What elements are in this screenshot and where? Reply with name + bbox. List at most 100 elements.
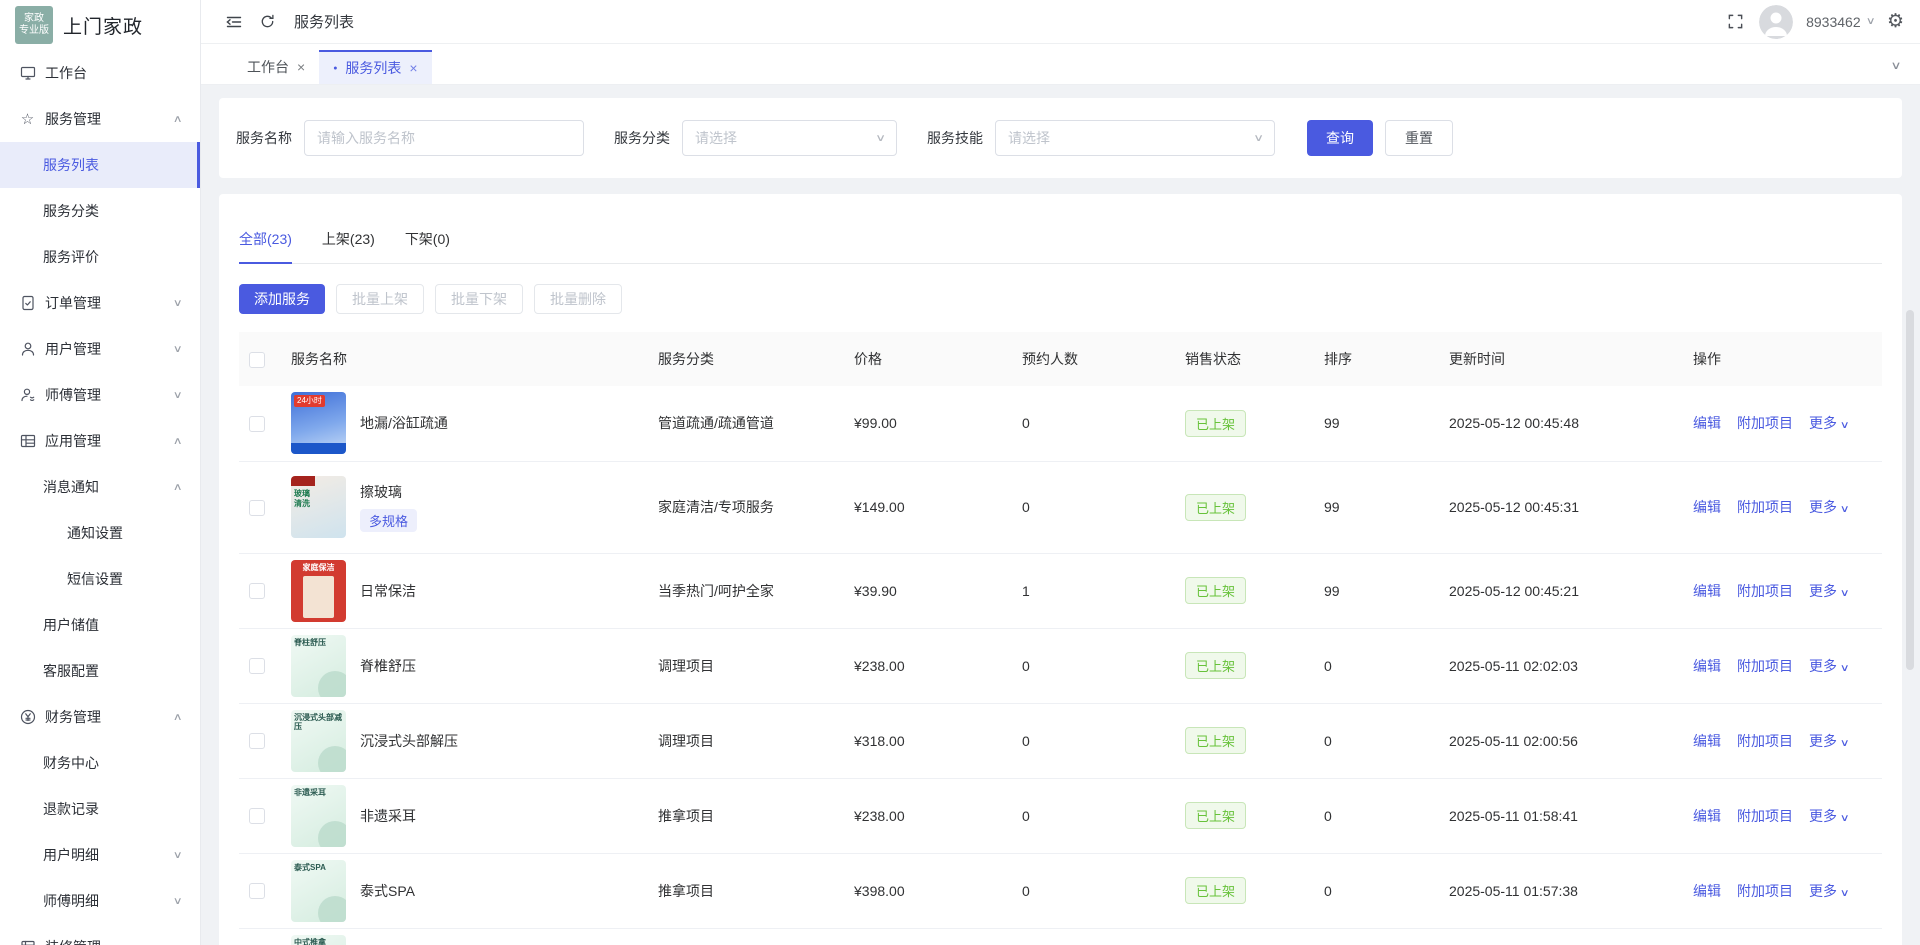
edit-link[interactable]: 编辑	[1693, 808, 1721, 824]
row-checkbox[interactable]	[249, 658, 265, 674]
add-service-button[interactable]: 添加服务	[239, 284, 325, 314]
collapse-sidebar-icon[interactable]	[225, 13, 243, 31]
service-name-input[interactable]	[304, 120, 584, 156]
service-skill-select[interactable]: 请选择 ∨	[995, 120, 1275, 156]
sidebar-item-notice-settings[interactable]: 通知设置	[0, 510, 200, 556]
tab-workbench[interactable]: 工作台×	[233, 50, 319, 84]
edit-link[interactable]: 编辑	[1693, 733, 1721, 749]
row-checkbox[interactable]	[249, 883, 265, 899]
sidebar-item-finance-mgmt[interactable]: 财务管理∧	[0, 694, 200, 740]
status-tab-all[interactable]: 全部(23)	[239, 229, 292, 263]
booking-count: 0	[1022, 808, 1030, 824]
sidebar-item-user-stored-value[interactable]: 用户储值	[0, 602, 200, 648]
filter-group-name: 服务名称	[236, 120, 584, 156]
row-checkbox[interactable]	[249, 733, 265, 749]
status-tab-off-shelf[interactable]: 下架(0)	[405, 229, 450, 263]
table-row: 24小时地漏/浴缸疏通管道疏通/疏通管道¥99.000已上架992025-05-…	[239, 386, 1882, 461]
filter-panel: 服务名称 服务分类 请选择 ∨ 服务技能 请选择 ∨	[219, 98, 1902, 178]
chevron-down-icon: ∨	[172, 896, 182, 907]
batch-delete-button[interactable]: 批量删除	[534, 284, 622, 314]
row-checkbox[interactable]	[249, 808, 265, 824]
status-tab-on-shelf[interactable]: 上架(23)	[322, 229, 375, 263]
sidebar-item-label: 用户储值	[43, 615, 99, 635]
sidebar-item-service-list[interactable]: 服务列表	[0, 142, 200, 188]
edit-link[interactable]: 编辑	[1693, 499, 1721, 515]
sidebar-item-user-mgmt[interactable]: 用户管理∨	[0, 326, 200, 372]
edit-link[interactable]: 编辑	[1693, 583, 1721, 599]
addon-items-link[interactable]: 附加项目	[1737, 733, 1793, 749]
select-all-checkbox[interactable]	[249, 352, 265, 368]
logo-badge-line1: 家政	[24, 13, 44, 26]
table-header-row: 服务名称服务分类价格预约人数销售状态排序更新时间操作	[239, 332, 1882, 386]
sidebar-item-workbench[interactable]: 工作台	[0, 50, 200, 96]
sidebar-item-order-mgmt[interactable]: 订单管理∨	[0, 280, 200, 326]
addon-items-link[interactable]: 附加项目	[1737, 658, 1793, 674]
more-link[interactable]: 更多∨	[1809, 658, 1848, 674]
order-icon	[19, 295, 36, 312]
avatar[interactable]	[1759, 5, 1793, 39]
sidebar-item-master-details[interactable]: 师傅明细∨	[0, 878, 200, 924]
more-link[interactable]: 更多∨	[1809, 883, 1848, 899]
addon-items-link[interactable]: 附加项目	[1737, 499, 1793, 515]
batch-off-shelf-button[interactable]: 批量下架	[435, 284, 523, 314]
addon-items-link[interactable]: 附加项目	[1737, 808, 1793, 824]
sidebar-item-label: 服务分类	[43, 201, 99, 221]
service-thumbnail: 泰式SPA	[291, 860, 346, 922]
user-icon	[19, 341, 36, 358]
edit-link[interactable]: 编辑	[1693, 883, 1721, 899]
more-link[interactable]: 更多∨	[1809, 415, 1848, 431]
sidebar-item-decoration-mgmt[interactable]: 装修管理	[0, 924, 200, 945]
thumbnail-caption: 脊柱舒压	[294, 638, 343, 648]
sidebar-item-master-mgmt[interactable]: 师傅管理∨	[0, 372, 200, 418]
table-row: 非遗采耳非遗采耳推拿项目¥238.000已上架02025-05-11 01:58…	[239, 778, 1882, 853]
edit-link[interactable]: 编辑	[1693, 415, 1721, 431]
fullscreen-icon[interactable]	[1727, 13, 1744, 30]
tabs-menu-chevron-icon[interactable]: ∨	[1890, 59, 1901, 72]
reset-button[interactable]: 重置	[1385, 120, 1453, 156]
addon-items-link[interactable]: 附加项目	[1737, 415, 1793, 431]
batch-on-shelf-button[interactable]: 批量上架	[336, 284, 424, 314]
column-header: 操作	[1693, 332, 1882, 386]
user-menu[interactable]: 8933462 ∨	[1806, 14, 1874, 30]
status-badge: 已上架	[1185, 877, 1246, 904]
sidebar-item-app-mgmt[interactable]: 应用管理∧	[0, 418, 200, 464]
tab-close-icon[interactable]: ×	[409, 60, 417, 76]
refresh-icon[interactable]	[259, 13, 276, 30]
edit-link[interactable]: 编辑	[1693, 658, 1721, 674]
price: ¥238.00	[854, 808, 905, 824]
sidebar-item-message-notice[interactable]: 消息通知∧	[0, 464, 200, 510]
service-name: 擦玻璃	[360, 482, 402, 502]
service-category-select[interactable]: 请选择 ∨	[682, 120, 897, 156]
addon-items-link[interactable]: 附加项目	[1737, 583, 1793, 599]
content-area: 服务名称 服务分类 请选择 ∨ 服务技能 请选择 ∨	[201, 85, 1920, 945]
sidebar-item-service-mgmt[interactable]: ☆服务管理∧	[0, 96, 200, 142]
row-checkbox[interactable]	[249, 500, 265, 516]
sidebar-item-finance-center[interactable]: 财务中心	[0, 740, 200, 786]
search-button[interactable]: 查询	[1307, 120, 1373, 156]
service-name: 日常保洁	[360, 581, 416, 601]
select-placeholder: 请选择	[1008, 128, 1050, 148]
more-link[interactable]: 更多∨	[1809, 808, 1848, 824]
column-header: 服务分类	[658, 332, 854, 386]
sidebar-item-sms-settings[interactable]: 短信设置	[0, 556, 200, 602]
price: ¥39.90	[854, 583, 897, 599]
row-checkbox[interactable]	[249, 583, 265, 599]
more-link[interactable]: 更多∨	[1809, 499, 1848, 515]
tab-service-list[interactable]: ●服务列表×	[319, 50, 431, 84]
sidebar-item-refund-records[interactable]: 退款记录	[0, 786, 200, 832]
addon-items-link[interactable]: 附加项目	[1737, 883, 1793, 899]
column-header: 排序	[1324, 332, 1449, 386]
more-link[interactable]: 更多∨	[1809, 583, 1848, 599]
sidebar-item-service-review[interactable]: 服务评价	[0, 234, 200, 280]
sidebar-item-customer-service-config[interactable]: 客服配置	[0, 648, 200, 694]
vertical-scrollbar[interactable]	[1906, 310, 1914, 670]
sidebar-item-service-category[interactable]: 服务分类	[0, 188, 200, 234]
row-checkbox[interactable]	[249, 416, 265, 432]
tab-close-icon[interactable]: ×	[297, 59, 305, 75]
gear-icon[interactable]: ⚙	[1887, 12, 1904, 31]
service-thumbnail: 玻璃清洗	[291, 476, 346, 538]
table-row: 泰式SPA泰式SPA推拿项目¥398.000已上架02025-05-11 01:…	[239, 853, 1882, 928]
more-link[interactable]: 更多∨	[1809, 733, 1848, 749]
sidebar-item-user-details[interactable]: 用户明细∨	[0, 832, 200, 878]
service-category: 管道疏通/疏通管道	[658, 415, 774, 431]
